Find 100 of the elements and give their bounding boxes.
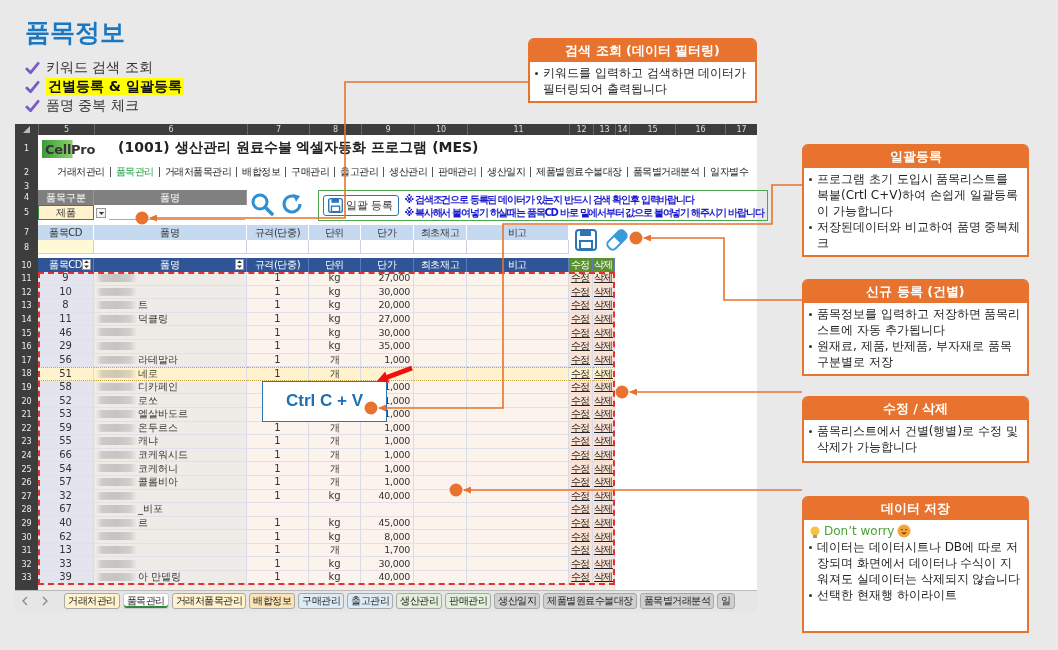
column-header: 품명 [94,225,247,240]
table-cell: kg [309,299,361,313]
refresh-button[interactable] [280,192,304,216]
edit-link[interactable]: 수정 [571,381,590,394]
bullet-icon [809,430,812,433]
edit-link[interactable]: 수정 [571,408,590,421]
edit-link[interactable]: 수정 [571,435,590,448]
sheet-tab[interactable]: 생산일지 [494,593,540,610]
category-field[interactable]: 제품 [38,205,94,220]
sheet-tab[interactable]: 제품별원료수불대장 [543,593,637,610]
edit-link[interactable]: 수정 [571,394,590,407]
sheet-tab[interactable]: 거래처관리 [64,593,120,610]
tip-text: Don’t worry [824,523,895,539]
row-number: 7 [22,227,31,239]
sheet-tab[interactable]: 생산관리 [396,593,442,610]
sheet-tab[interactable]: 출고관리 [347,593,393,610]
nav-link[interactable]: 품목관리 [110,165,159,179]
edit-link[interactable]: 수정 [571,285,590,298]
sheet-tab[interactable]: 일 [717,593,735,610]
edit-link[interactable]: 수정 [571,489,590,502]
delete-link[interactable]: 삭제 [594,544,613,557]
delete-link[interactable]: 삭제 [594,408,613,421]
edit-link[interactable]: 수정 [571,517,590,529]
delete-link[interactable]: 삭제 [594,503,613,516]
edit-link[interactable]: 수정 [571,353,590,366]
entry-field[interactable] [414,240,467,254]
delete-link[interactable]: 삭제 [594,557,613,570]
bulk-register-button[interactable]: 일괄 등록 [323,195,399,216]
edit-link[interactable]: 수정 [571,476,590,489]
nav-link[interactable]: 생산관리 [384,165,432,179]
delete-link[interactable]: 삭제 [594,285,613,298]
sheet-tab[interactable]: 품목관리 [122,593,169,610]
edit-link[interactable]: 수정 [571,571,590,584]
delete-link[interactable]: 삭제 [594,326,613,339]
delete-link[interactable]: 삭제 [594,299,613,312]
row-number: 21 [20,409,33,422]
delete-link[interactable]: 삭제 [594,462,613,475]
delete-link[interactable]: 삭제 [594,353,613,366]
edit-link[interactable]: 수정 [571,326,590,339]
edit-link[interactable]: 수정 [571,272,590,285]
nav-link[interactable]: 거래처관리 [52,165,110,179]
save-button[interactable] [575,228,597,251]
sheet-tab[interactable]: 구매관리 [298,593,344,610]
row-number: 30 [20,531,33,544]
entry-field[interactable] [94,240,247,254]
entry-field[interactable] [467,240,569,254]
filter-button[interactable] [235,259,244,270]
table-cell: 아 만델링 [94,571,247,585]
delete-link[interactable]: 삭제 [594,381,613,394]
edit-link[interactable]: 수정 [571,313,590,326]
table-cell: 8,000 [361,530,414,544]
edit-link[interactable]: 수정 [571,503,590,516]
filter-button[interactable] [82,259,91,270]
table-cell: 30,000 [361,326,414,340]
entry-field[interactable] [247,240,309,254]
edit-link[interactable]: 수정 [571,340,590,353]
sheet-tab[interactable]: 품목별거래분석 [639,593,714,610]
entry-field[interactable] [38,240,94,254]
edit-link[interactable]: 수정 [571,530,590,543]
edit-link[interactable]: 수정 [571,544,590,557]
nav-link[interactable]: 구매관리 [286,165,334,179]
edit-link[interactable]: 수정 [571,367,590,380]
delete-link[interactable]: 삭제 [594,367,613,380]
nav-link[interactable]: 판매관리 [433,165,481,179]
edit-link[interactable]: 수정 [571,421,590,434]
entry-field[interactable] [361,240,414,254]
nav-link[interactable]: 제품별원료수불대장 [531,165,627,179]
dropdown-button[interactable] [96,207,106,218]
table-cell: 30,000 [361,557,414,572]
sheet-tab[interactable]: 배합정보 [249,593,295,610]
column-header: 최초재고 [414,225,467,240]
delete-link[interactable]: 삭제 [594,530,613,543]
delete-link[interactable]: 삭제 [594,449,613,461]
edit-link[interactable]: 수정 [571,449,590,461]
delete-link[interactable]: 삭제 [594,340,613,353]
column-letter: 17 [725,124,757,135]
delete-link[interactable]: 삭제 [594,489,613,502]
nav-link[interactable]: 배합정보 [237,165,285,179]
bullet-icon [809,313,812,316]
sheet-tab[interactable]: 거래처품목관리 [171,593,246,610]
delete-link[interactable]: 삭제 [594,313,613,326]
edit-link[interactable]: 수정 [571,557,590,570]
nav-link[interactable]: 품목별거래분석 [627,165,704,179]
nav-link[interactable]: 거래처품목관리 [159,165,236,179]
delete-link[interactable]: 삭제 [594,272,613,285]
edit-link[interactable]: 수정 [571,462,590,475]
nav-link[interactable]: 일자별수 [705,165,753,179]
delete-link[interactable]: 삭제 [594,517,613,529]
entry-field[interactable] [309,240,361,254]
delete-link[interactable]: 삭제 [594,571,613,584]
delete-link[interactable]: 삭제 [594,394,613,407]
sheet-tab[interactable]: 판매관리 [445,593,491,610]
column-letter: 5 [38,124,94,135]
edit-link[interactable]: 수정 [571,299,590,312]
nav-link[interactable]: 생산일지 [482,165,530,179]
delete-link[interactable]: 삭제 [594,476,613,489]
delete-link[interactable]: 삭제 [594,421,613,434]
search-button[interactable] [250,192,274,216]
delete-link[interactable]: 삭제 [594,435,613,448]
row-number: 17 [20,354,33,367]
